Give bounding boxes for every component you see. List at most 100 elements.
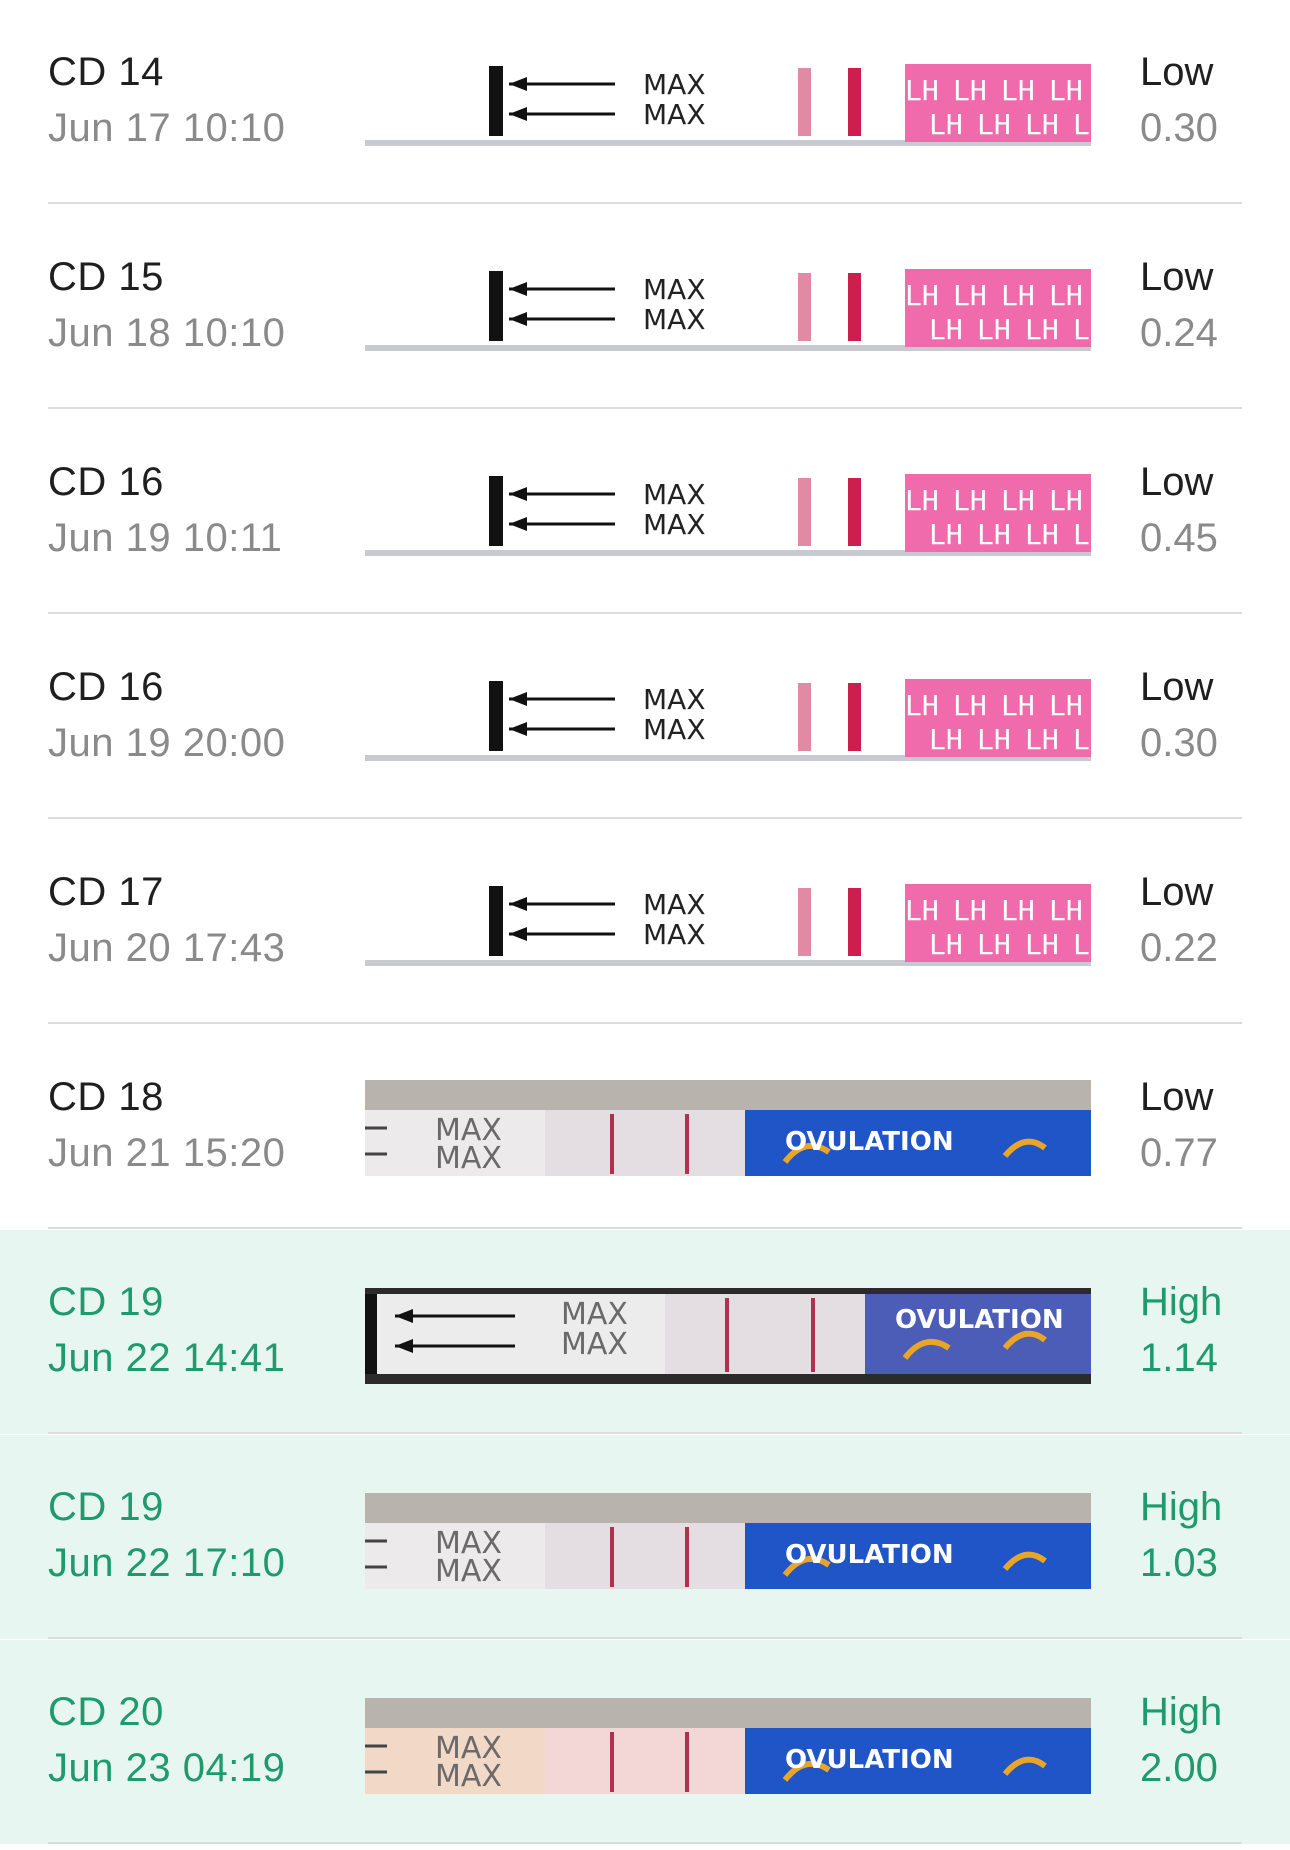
row-divider [48,1842,1242,1844]
test-strip-image: MAX MAX LHLHLHLHLHLHLHLH [365,64,1091,152]
test-entry-row[interactable]: CD 15 Jun 18 10:10 MAX MAX LH LH LH LH LH LH L… [0,205,1290,409]
test-strip-image: MAX MAX LHLHLHLHLHLHLHLH [365,884,1091,972]
svg-text:MAX: MAX [435,1759,502,1794]
svg-text:LH: LH [929,313,963,346]
svg-text:MAX: MAX [435,1141,502,1176]
cycle-day-label: CD 18 [48,1075,164,1119]
cycle-day-label: CD 19 [48,1280,164,1324]
svg-text:LH: LH [1001,484,1035,517]
svg-text:LH: LH [929,108,963,141]
test-entry-row[interactable]: CD 14 Jun 17 10:10 MAX MAX LH LH LH LH LH LH L… [0,0,1290,204]
svg-text:LH: LH [905,74,939,107]
svg-text:LH: LH [1001,74,1035,107]
lh-ratio-value: 0.22 [1140,926,1218,970]
test-entry-row[interactable]: CD 16 Jun 19 10:11 MAX MAX LH LH LH LH LH LH L… [0,410,1290,614]
svg-text:LH: LH [953,74,987,107]
timestamp-label: Jun 23 04:19 [48,1746,286,1790]
lh-ratio-value: 0.77 [1140,1131,1218,1175]
svg-text:MAX: MAX [643,68,706,101]
test-strip-image: MAX MAX LHLHLHLHLHLHLHLH [365,269,1091,357]
timestamp-label: Jun 22 14:41 [48,1336,286,1380]
row-divider [48,1637,1242,1639]
svg-text:OVULATION: OVULATION [785,1745,954,1775]
svg-text:LH: LH [929,518,963,551]
row-divider [48,1227,1242,1229]
test-strip-image: MAX MAX OVULATION [365,1288,1091,1384]
lh-level-label: Low [1140,50,1214,94]
svg-text:LH: LH [1025,723,1059,756]
lh-ratio-value: 0.45 [1140,516,1218,560]
svg-text:LH: LH [929,723,963,756]
cycle-day-label: CD 15 [48,255,164,299]
svg-text:OVULATION: OVULATION [785,1540,954,1570]
test-entry-row[interactable]: CD 19 Jun 22 17:10 MAX MAX OVULATION Hig… [0,1435,1290,1639]
svg-text:LH: LH [953,894,987,927]
lh-level-label: Low [1140,665,1214,709]
svg-text:LH: LH [1049,279,1083,312]
svg-text:LH: LH [1001,689,1035,722]
timestamp-label: Jun 18 10:10 [48,311,286,355]
svg-text:MAX: MAX [643,888,706,921]
test-strip-image: MAX MAX OVULATION [365,1080,1091,1176]
row-divider [48,202,1242,204]
svg-text:LH: LH [1025,518,1059,551]
row-divider [48,612,1242,614]
svg-text:LH: LH [905,689,939,722]
svg-text:LH: LH [905,484,939,517]
lh-ratio-value: 0.30 [1140,721,1218,765]
svg-text:LH: LH [1001,279,1035,312]
svg-text:LH: LH [977,313,1011,346]
row-divider [48,1022,1242,1024]
lh-ratio-value: 0.24 [1140,311,1218,355]
test-strip-image: MAX MAX OVULATION [365,1698,1091,1794]
svg-text:MAX: MAX [643,98,706,131]
lh-level-label: High [1140,1690,1223,1734]
cycle-day-label: CD 16 [48,460,164,504]
test-entry-row[interactable]: CD 20 Jun 23 04:19 MAX MAX OVULATION Hig… [0,1640,1290,1844]
test-entry-row[interactable]: CD 17 Jun 20 17:43 MAX MAX LH LH LH LH LH LH L… [0,820,1290,1024]
cycle-day-label: CD 20 [48,1690,164,1734]
timestamp-label: Jun 17 10:10 [48,106,286,150]
svg-text:MAX: MAX [643,683,706,716]
test-history-list: CD 14 Jun 17 10:10 MAX MAX LH LH LH LH LH LH L… [0,0,1290,1850]
svg-text:LH: LH [1073,518,1091,551]
svg-text:LH: LH [1073,313,1091,346]
test-entry-row[interactable]: CD 16 Jun 19 20:00 MAX MAX LH LH LH LH LH LH L… [0,615,1290,819]
svg-text:LH: LH [1025,108,1059,141]
timestamp-label: Jun 19 20:00 [48,721,286,765]
timestamp-label: Jun 19 10:11 [48,516,283,560]
row-divider [48,817,1242,819]
lh-level-label: Low [1140,460,1214,504]
lh-level-label: Low [1140,255,1214,299]
svg-text:LH: LH [1049,689,1083,722]
cycle-day-label: CD 16 [48,665,164,709]
svg-text:LH: LH [977,723,1011,756]
test-strip-image: MAX MAX LHLHLHLHLHLHLHLH [365,679,1091,767]
svg-text:LH: LH [1049,74,1083,107]
timestamp-label: Jun 20 17:43 [48,926,286,970]
svg-text:LH: LH [953,689,987,722]
svg-text:LH: LH [905,894,939,927]
svg-text:LH: LH [905,279,939,312]
svg-text:MAX: MAX [643,918,706,951]
svg-text:LH: LH [1001,894,1035,927]
svg-text:MAX: MAX [643,713,706,746]
svg-text:MAX: MAX [643,273,706,306]
svg-text:LH: LH [1073,928,1091,961]
svg-text:LH: LH [977,518,1011,551]
svg-text:LH: LH [953,484,987,517]
lh-ratio-value: 0.30 [1140,106,1218,150]
svg-text:OVULATION: OVULATION [785,1127,954,1157]
row-divider [48,407,1242,409]
lh-ratio-value: 2.00 [1140,1746,1218,1790]
test-strip-image: MAX MAX LHLHLHLHLHLHLHLH [365,474,1091,562]
lh-level-label: High [1140,1280,1223,1324]
cycle-day-label: CD 19 [48,1485,164,1529]
svg-text:LH: LH [1025,928,1059,961]
timestamp-label: Jun 22 17:10 [48,1541,286,1585]
lh-ratio-value: 1.03 [1140,1541,1218,1585]
lh-level-label: Low [1140,1075,1214,1119]
test-entry-row[interactable]: CD 18 Jun 21 15:20 MAX MAX OVULATION Low… [0,1025,1290,1229]
svg-text:LH: LH [1025,313,1059,346]
test-entry-row[interactable]: CD 19 Jun 22 14:41 MAX MAX OVULATION Hig… [0,1230,1290,1434]
